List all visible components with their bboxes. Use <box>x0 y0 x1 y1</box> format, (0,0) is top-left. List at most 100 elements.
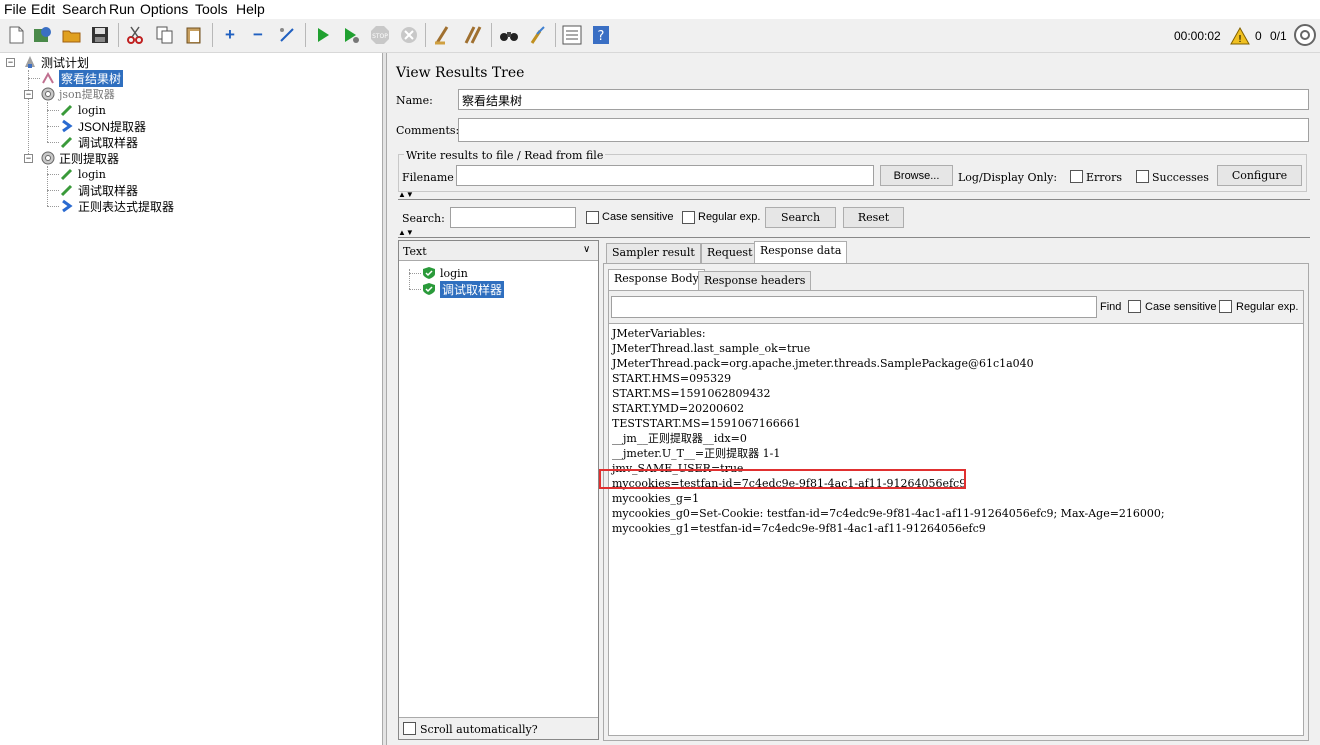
tree-collapse-toggle[interactable]: − <box>6 58 15 67</box>
search-input[interactable] <box>450 207 576 228</box>
tree-node-regex-extractor-group[interactable]: 正则提取器 <box>40 150 119 166</box>
comments-input[interactable] <box>458 118 1309 142</box>
name-input[interactable]: 察看结果树 <box>458 89 1309 110</box>
collapse-icon[interactable]: − <box>247 24 269 46</box>
tab-response-body[interactable]: Response Body <box>608 269 705 290</box>
write-results-title: Write results to file / Read from file <box>404 149 606 162</box>
renderer-select[interactable]: Text ∨ <box>399 241 598 261</box>
start-icon[interactable] <box>312 24 334 46</box>
binoculars-icon[interactable] <box>498 24 520 46</box>
menu-options[interactable]: Options <box>140 1 188 17</box>
success-shield-icon <box>421 265 437 281</box>
name-label: Name: <box>396 94 433 107</box>
shutdown-icon[interactable] <box>398 24 420 46</box>
find-case-checkbox[interactable] <box>1128 300 1141 313</box>
toggle-icon[interactable] <box>276 24 298 46</box>
find-input[interactable] <box>611 296 1097 318</box>
remote-status-icon[interactable] <box>1294 24 1316 46</box>
templates-icon[interactable] <box>32 24 54 46</box>
sampler-pen-icon <box>59 166 75 182</box>
tree-line <box>47 166 48 206</box>
tree-collapse-toggle[interactable]: − <box>24 90 33 99</box>
stop-icon[interactable]: STOP <box>369 24 391 46</box>
case-sensitive-checkbox[interactable] <box>586 211 599 224</box>
menu-file[interactable]: File <box>4 1 27 17</box>
tree-node-label: json提取器 <box>59 88 115 101</box>
comments-label: Comments: <box>396 124 460 137</box>
tree-line <box>47 102 48 142</box>
divider <box>398 237 1310 238</box>
toolbar-separator <box>118 23 119 47</box>
tree-node-json-extractor-group[interactable]: json提取器 <box>40 86 115 102</box>
toolbar-separator <box>491 23 492 47</box>
open-icon[interactable] <box>61 24 83 46</box>
scroll-auto-checkbox[interactable] <box>403 722 416 735</box>
tree-node-label: 正则提取器 <box>59 151 120 166</box>
response-line: mycookies_g1=testfan-id=7c4edc9e-9f81-4a… <box>612 522 986 535</box>
reset-button[interactable]: Reset <box>843 207 904 228</box>
reset-search-icon[interactable] <box>526 24 548 46</box>
tab-request[interactable]: Request <box>701 243 759 263</box>
filename-input[interactable] <box>456 165 874 186</box>
tree-node-test-plan[interactable]: 测试计划 <box>22 54 89 70</box>
find-regex-checkbox[interactable] <box>1219 300 1232 313</box>
help-icon[interactable]: ? <box>590 24 612 46</box>
result-item-debug-sampler[interactable]: 调试取样器 <box>421 280 505 298</box>
response-line: __jm__正则提取器__idx=0 <box>612 432 747 445</box>
tree-node-debug-sampler[interactable]: 调试取样器 <box>59 182 138 198</box>
new-icon[interactable] <box>5 24 27 46</box>
tree-node-label: login <box>78 167 106 181</box>
tree-node-view-results[interactable]: 察看结果树 <box>40 69 124 87</box>
browse-button[interactable]: Browse... <box>880 165 953 186</box>
errors-checkbox[interactable] <box>1070 170 1083 183</box>
tree-node-json-extractor[interactable]: JSON提取器 <box>59 118 146 134</box>
start-no-pauses-icon[interactable] <box>340 24 362 46</box>
function-helper-icon[interactable] <box>561 24 583 46</box>
thread-group-gear-icon <box>40 150 56 166</box>
clear-icon[interactable] <box>432 24 454 46</box>
response-body-panel: Find Case sensitive Regular exp. JMeterV… <box>608 290 1304 736</box>
tree-node-login[interactable]: login <box>59 102 106 118</box>
collapse-arrows-icon[interactable]: ▲▼ <box>398 190 414 199</box>
tree-node-label: 正则表达式提取器 <box>78 199 175 214</box>
log-display-label: Log/Display Only: <box>958 171 1058 184</box>
result-item-login[interactable]: login <box>421 265 468 281</box>
tree-node-login[interactable]: login <box>59 166 106 182</box>
tree-line <box>47 174 59 175</box>
view-results-tree-panel: View Results Tree Name: 察看结果树 Comments: … <box>388 53 1320 745</box>
tree-line <box>409 269 410 289</box>
save-icon[interactable] <box>89 24 111 46</box>
chevron-down-icon: ∨ <box>583 244 591 255</box>
split-pane-divider[interactable] <box>383 53 387 745</box>
cut-icon[interactable] <box>124 24 146 46</box>
svg-text:STOP: STOP <box>372 33 388 40</box>
menu-tools[interactable]: Tools <box>195 1 228 17</box>
menu-search[interactable]: Search <box>62 1 106 17</box>
expand-icon[interactable]: + <box>219 24 241 46</box>
sampler-pen-icon <box>59 134 75 150</box>
warning-icon[interactable]: ! <box>1229 25 1251 47</box>
menu-help[interactable]: Help <box>236 1 265 17</box>
paste-icon[interactable] <box>183 24 205 46</box>
response-body-text[interactable]: JMeterVariables: JMeterThread.last_sampl… <box>609 323 1303 735</box>
tree-node-debug-sampler[interactable]: 调试取样器 <box>59 134 138 150</box>
menu-edit[interactable]: Edit <box>31 1 55 17</box>
clear-all-icon[interactable] <box>462 24 484 46</box>
regular-exp-checkbox[interactable] <box>682 211 695 224</box>
search-button[interactable]: Search <box>765 207 836 228</box>
tab-response-data[interactable]: Response data <box>754 241 848 263</box>
tree-node-label: 察看结果树 <box>59 69 124 87</box>
copy-icon[interactable] <box>154 24 176 46</box>
collapse-arrows-icon[interactable]: ▲▼ <box>398 228 414 237</box>
menu-run[interactable]: Run <box>109 1 135 17</box>
thread-count: 0/1 <box>1270 29 1287 43</box>
configure-button[interactable]: Configure <box>1217 165 1302 186</box>
tab-response-headers[interactable]: Response headers <box>698 271 812 291</box>
tree-line <box>47 206 59 207</box>
tab-sampler-result[interactable]: Sampler result <box>606 243 701 263</box>
tree-node-regex-extractor[interactable]: 正则表达式提取器 <box>59 198 174 214</box>
tree-collapse-toggle[interactable]: − <box>24 154 33 163</box>
find-case-label: Case sensitive <box>1145 301 1217 313</box>
tree-line <box>409 289 421 290</box>
successes-checkbox[interactable] <box>1136 170 1149 183</box>
